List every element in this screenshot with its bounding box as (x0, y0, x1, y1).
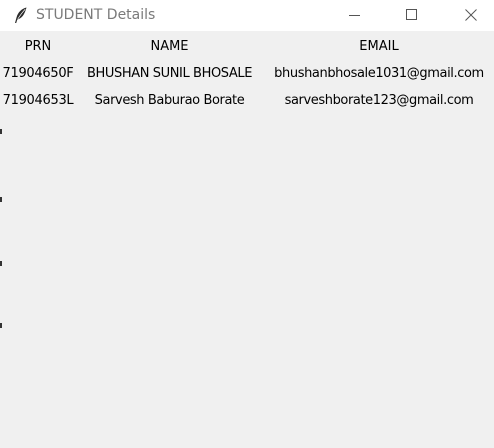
row-2-prn: 71904653L (2, 93, 74, 108)
row-1-name: BHUSHAN SUNIL BHOSALE (86, 66, 253, 81)
header-email: EMAIL (359, 39, 399, 54)
row-1-email: bhushanbhosale1031@gmail.com (274, 66, 484, 81)
window-edge-mark (0, 323, 2, 328)
close-icon (465, 9, 477, 21)
row-2-email: sarveshborate123@gmail.com (284, 93, 474, 108)
row-2-name: Sarvesh Baburao Borate (94, 93, 245, 108)
maximize-icon (406, 9, 417, 20)
header-name: NAME (150, 39, 189, 54)
window-edge-mark (0, 129, 2, 134)
window-title: STUDENT Details (36, 7, 156, 23)
student-details-window: STUDENT Details PRN NAME EMAIL 71904650F… (0, 0, 494, 448)
window-edge-mark (0, 261, 2, 266)
minimize-button[interactable] (332, 0, 378, 31)
row-1-prn: 71904650F (2, 66, 74, 81)
title-bar[interactable]: STUDENT Details (0, 0, 494, 31)
feather-icon[interactable] (13, 6, 29, 24)
close-button[interactable] (448, 0, 494, 31)
header-prn: PRN (24, 39, 52, 54)
maximize-button[interactable] (389, 0, 435, 31)
minimize-icon (349, 15, 360, 16)
student-table: PRN NAME EMAIL 71904650F BHUSHAN SUNIL B… (0, 31, 494, 448)
window-edge-mark (0, 197, 2, 202)
